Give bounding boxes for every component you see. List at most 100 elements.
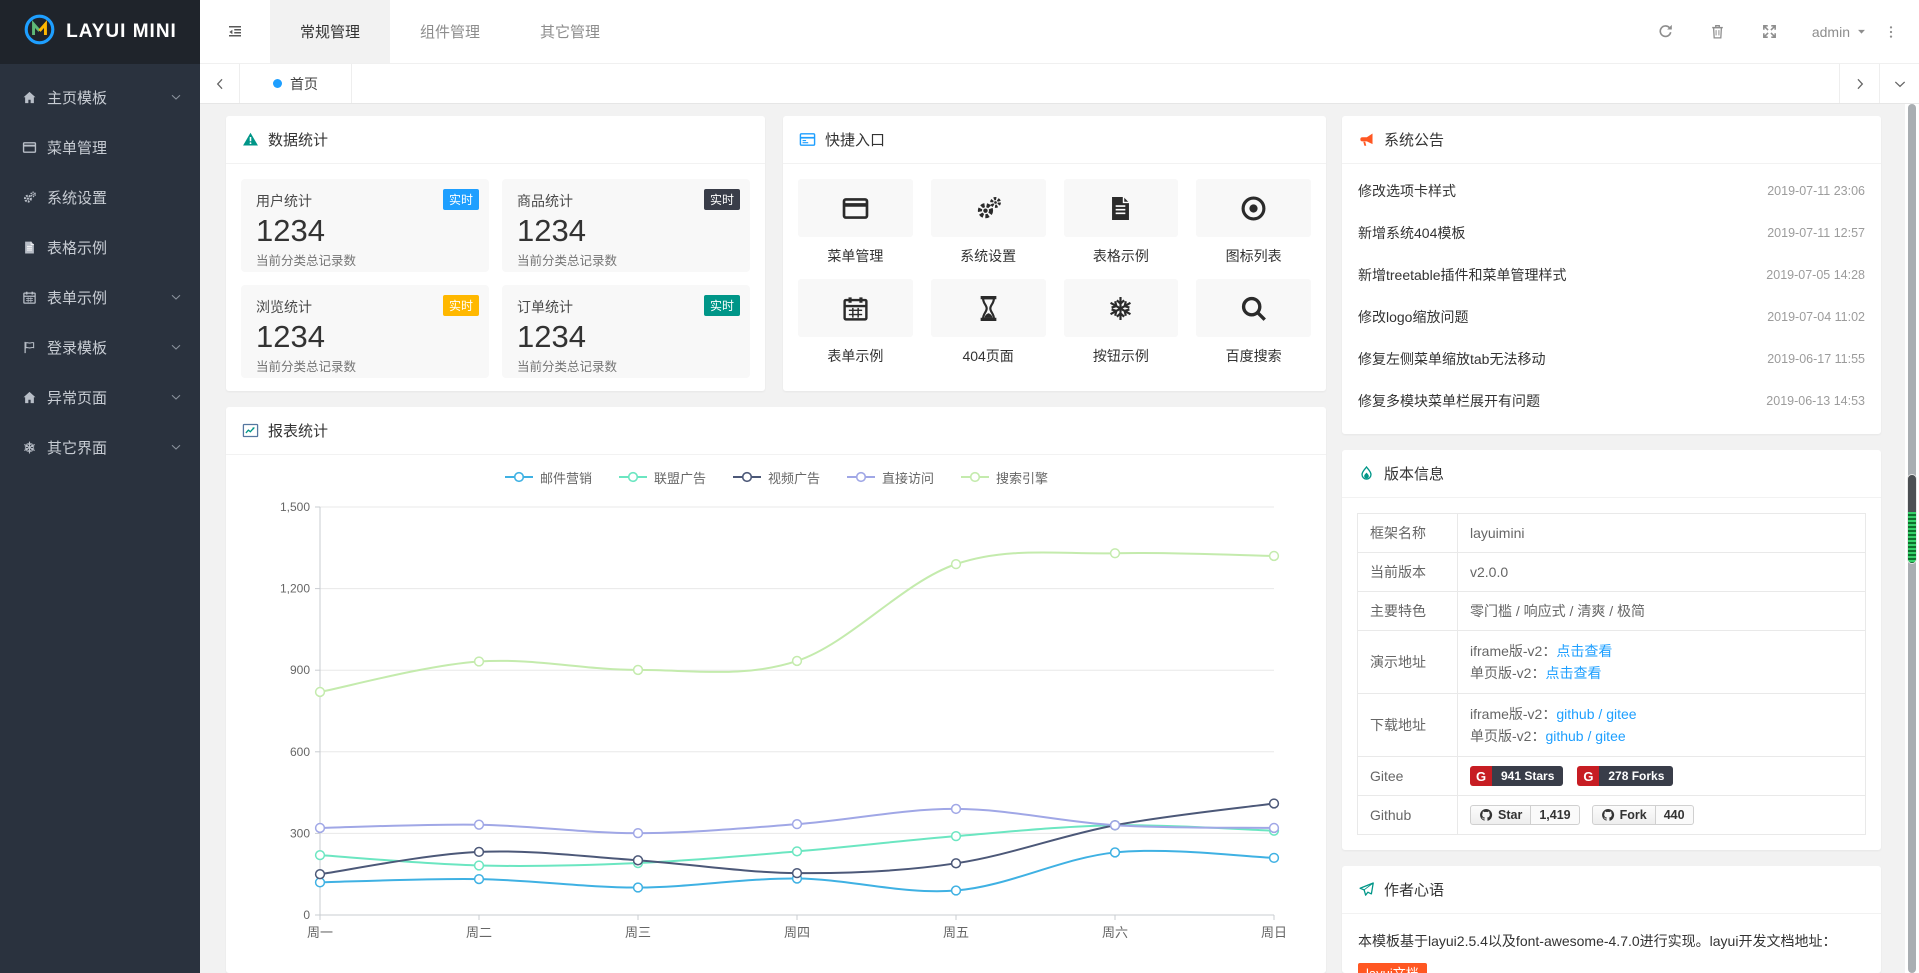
github-Fork-button[interactable]: Fork	[1592, 805, 1656, 825]
header-tab-2[interactable]: 其它管理	[510, 0, 630, 63]
sidebar-item-label: 主页模板	[47, 87, 170, 108]
scrollbar-thumb[interactable]	[1907, 474, 1917, 564]
legend-label: 直接访问	[882, 468, 934, 487]
scrollbar-track[interactable]	[1905, 104, 1919, 973]
version-label: 主要特色	[1358, 592, 1458, 631]
github-Star-button[interactable]: Star	[1470, 805, 1531, 825]
stat-label: 订单统计	[517, 297, 735, 317]
stat-value: 1234	[256, 213, 474, 249]
link-gitee[interactable]: gitee	[1606, 706, 1636, 722]
sidebar-item-0[interactable]: 主页模板	[0, 72, 200, 122]
notice-item-0[interactable]: 修改选项卡样式 2019-07-11 23:06	[1358, 170, 1865, 212]
github-count[interactable]: 1,419	[1531, 805, 1579, 825]
sidebar-item-2[interactable]: 系统设置	[0, 172, 200, 222]
card-header: 报表统计	[226, 407, 1326, 455]
sidebar-item-label: 菜单管理	[47, 137, 182, 158]
notice-text: 修复左侧菜单缩放tab无法移动	[1358, 349, 1545, 369]
shortcut-5[interactable]: 404页面	[931, 279, 1046, 366]
version-row-3: 演示地址iframe版-v2：点击查看单页版-v2：点击查看	[1358, 631, 1866, 694]
version-label: 演示地址	[1358, 631, 1458, 694]
sidebar-item-label: 其它界面	[47, 437, 170, 458]
legend-item-3[interactable]: 直接访问	[846, 468, 934, 487]
svg-text:0: 0	[303, 908, 310, 922]
legend-item-1[interactable]: 联盟广告	[618, 468, 706, 487]
github-icon	[1601, 808, 1615, 822]
link-gitee[interactable]: gitee	[1595, 728, 1625, 744]
gitee-badge-label: 278 Forks	[1599, 766, 1673, 786]
shortcut-6[interactable]: 按钮示例	[1064, 279, 1179, 366]
notice-item-5[interactable]: 修复多模块菜单栏展开有问题 2019-06-13 14:53	[1358, 380, 1865, 422]
clear-cache-button[interactable]	[1692, 23, 1744, 40]
stat-box-0: 用户统计 实时 1234 当前分类总记录数	[241, 179, 489, 272]
trash-icon	[1709, 23, 1726, 40]
shortcut-0[interactable]: 菜单管理	[798, 179, 913, 266]
shortcut-label: 404页面	[931, 346, 1046, 366]
window-icon	[22, 140, 37, 155]
sidebar-item-5[interactable]: 登录模板	[0, 322, 200, 372]
legend-item-4[interactable]: 搜索引擎	[960, 468, 1048, 487]
gitee-icon: G	[1577, 766, 1599, 786]
chart-canvas[interactable]: 03006009001,2001,500周一周二周三周四周五周六周日	[242, 487, 1312, 973]
header-tab-1[interactable]: 组件管理	[390, 0, 510, 63]
shortcut-2[interactable]: 表格示例	[1064, 179, 1179, 266]
realtime-badge: 实时	[704, 189, 740, 210]
home-icon	[22, 90, 37, 105]
notice-text: 修改选项卡样式	[1358, 181, 1456, 201]
link-github[interactable]: github	[1556, 706, 1594, 722]
sidebar-item-label: 异常页面	[47, 387, 170, 408]
github-icon	[1479, 808, 1493, 822]
gitee-badge[interactable]: G278 Forks	[1577, 766, 1673, 786]
page-tab-0[interactable]: 首页	[240, 64, 352, 103]
notice-text: 新增treetable插件和菜单管理样式	[1358, 265, 1566, 285]
gitee-badge[interactable]: G941 Stars	[1470, 766, 1563, 786]
github-count[interactable]: 440	[1656, 805, 1694, 825]
shortcut-4[interactable]: 表单示例	[798, 279, 913, 366]
page-tabs: 首页	[240, 64, 1839, 103]
card-title: 版本信息	[1384, 463, 1444, 484]
svg-text:600: 600	[290, 745, 310, 759]
notice-item-2[interactable]: 新增treetable插件和菜单管理样式 2019-07-05 14:28	[1358, 254, 1865, 296]
header-actions: admin	[1640, 0, 1919, 63]
legend-item-0[interactable]: 邮件营销	[504, 468, 592, 487]
logo-icon	[23, 13, 56, 51]
outdent-icon	[226, 23, 244, 41]
svg-text:周四: 周四	[784, 925, 810, 940]
sidebar-item-6[interactable]: 异常页面	[0, 372, 200, 422]
tabs-scroll-right-button[interactable]	[1839, 64, 1879, 103]
notice-date: 2019-07-05 14:28	[1766, 268, 1865, 282]
home-icon	[22, 390, 37, 405]
tabs-scroll-left-button[interactable]	[200, 64, 240, 103]
fullscreen-button[interactable]	[1744, 23, 1796, 40]
header-tab-0[interactable]: 常规管理	[270, 0, 390, 63]
stat-value: 1234	[517, 319, 735, 355]
shortcut-1[interactable]: 系统设置	[931, 179, 1046, 266]
link-github[interactable]: github	[1545, 728, 1583, 744]
hourglass-icon	[974, 294, 1003, 323]
notice-item-4[interactable]: 修复左侧菜单缩放tab无法移动 2019-06-17 11:55	[1358, 338, 1865, 380]
notice-item-3[interactable]: 修改logo缩放问题 2019-07-04 11:02	[1358, 296, 1865, 338]
realtime-badge: 实时	[443, 189, 479, 210]
sidebar-toggle-button[interactable]	[200, 0, 270, 63]
more-menu-button[interactable]	[1877, 24, 1905, 40]
sidebar-item-3[interactable]: 表格示例	[0, 222, 200, 272]
user-menu[interactable]: admin	[1812, 24, 1867, 40]
refresh-button[interactable]	[1640, 23, 1692, 40]
layui-doc-badge[interactable]: layui文档	[1358, 963, 1427, 973]
sidebar-item-4[interactable]: 表单示例	[0, 272, 200, 322]
stat-label: 商品统计	[517, 191, 735, 211]
active-tab-dot	[273, 79, 282, 88]
gitee-badge-label: 941 Stars	[1492, 766, 1563, 786]
shortcut-3[interactable]: 图标列表	[1196, 179, 1311, 266]
notice-item-1[interactable]: 新增系统404模板 2019-07-11 12:57	[1358, 212, 1865, 254]
sidebar-item-7[interactable]: 其它界面	[0, 422, 200, 472]
version-row-4: 下载地址iframe版-v2：github / gitee单页版-v2：gith…	[1358, 694, 1866, 757]
link-点击查看[interactable]: 点击查看	[1545, 665, 1601, 681]
legend-label: 邮件营销	[540, 468, 592, 487]
legend-item-2[interactable]: 视频广告	[732, 468, 820, 487]
panel-icon	[799, 131, 816, 148]
sidebar-item-1[interactable]: 菜单管理	[0, 122, 200, 172]
link-点击查看[interactable]: 点击查看	[1556, 643, 1612, 659]
card-header: 快捷入口	[783, 116, 1326, 164]
shortcut-7[interactable]: 百度搜索	[1196, 279, 1311, 366]
tabs-dropdown-button[interactable]	[1879, 64, 1919, 103]
